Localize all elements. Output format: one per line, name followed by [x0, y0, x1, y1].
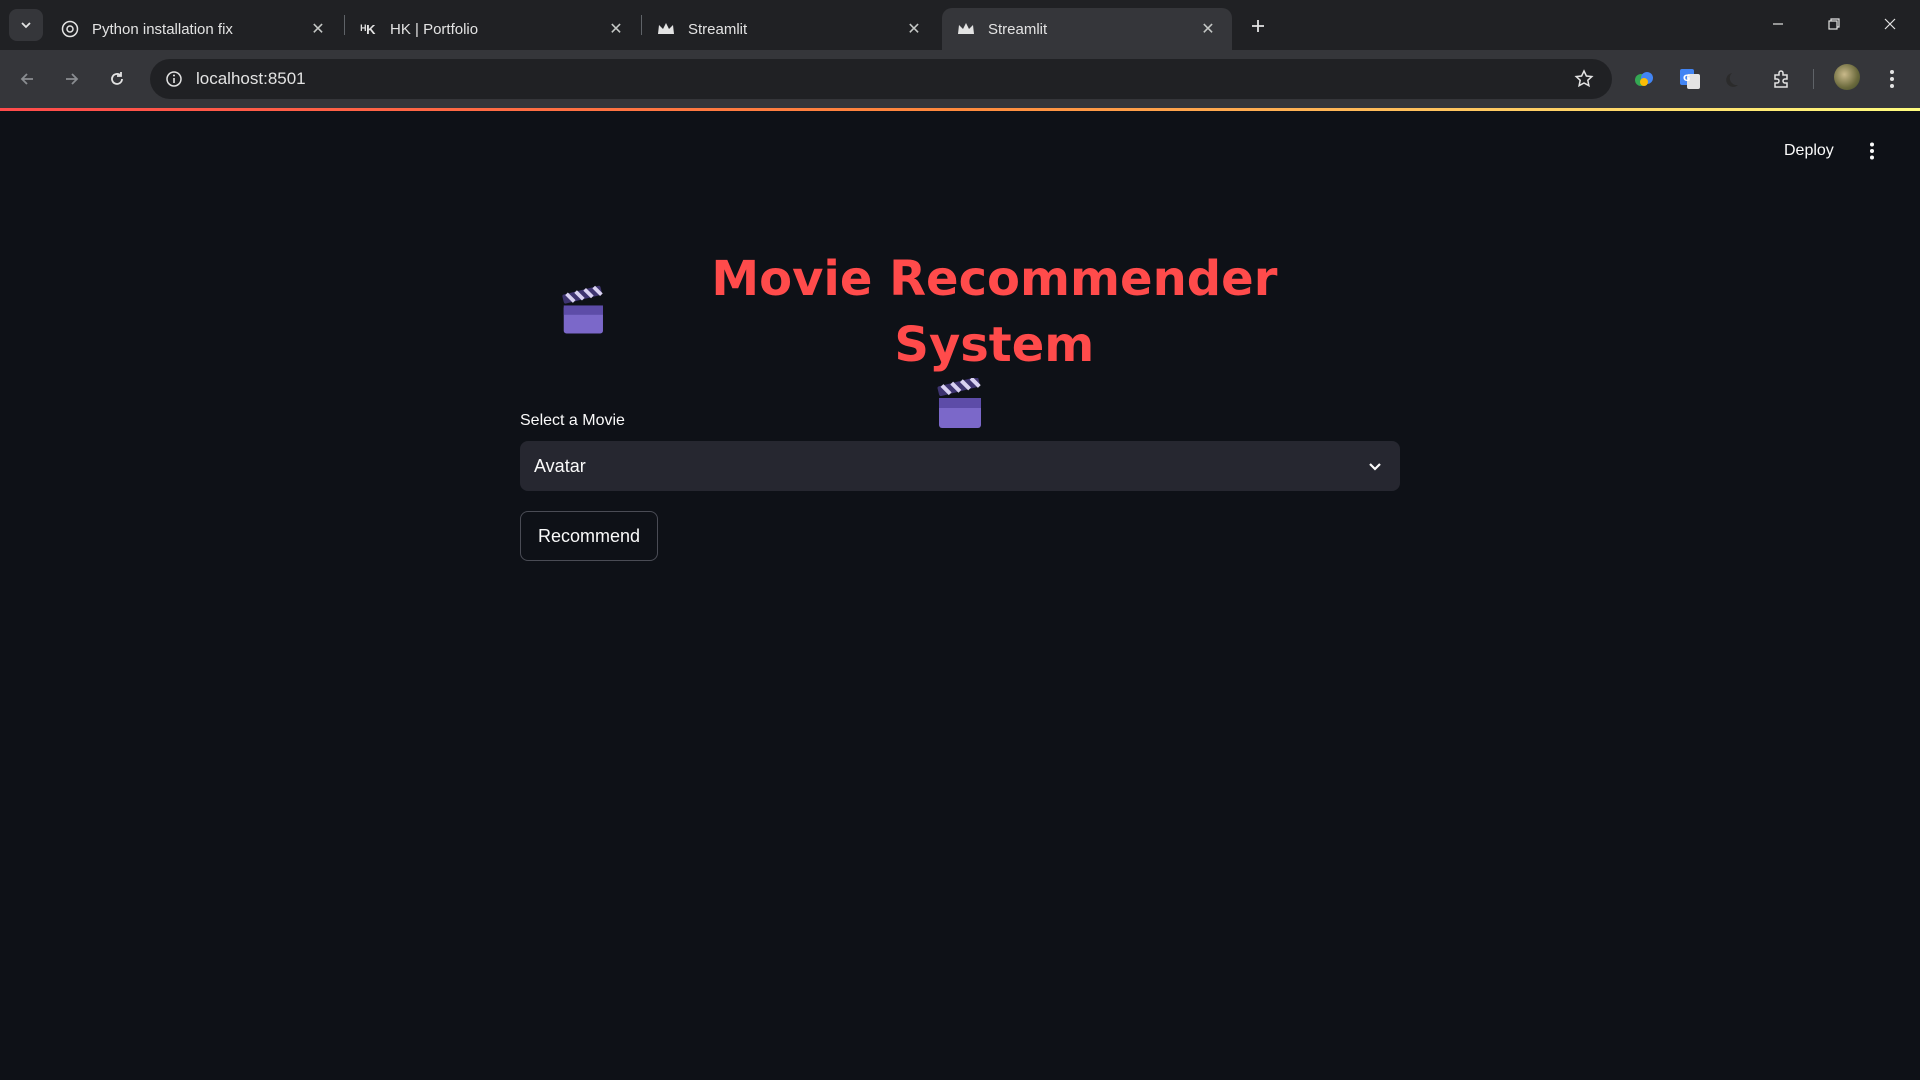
streamlit-app: Deploy Movie Recommender System Select a…	[0, 111, 1920, 1080]
restore-icon	[1828, 18, 1840, 30]
extension-color-icon[interactable]	[1628, 63, 1660, 95]
tab-python-installation-fix[interactable]: Python installation fix ✕	[46, 8, 342, 50]
deploy-button[interactable]: Deploy	[1772, 135, 1846, 167]
back-arrow-icon	[20, 73, 33, 85]
close-icon[interactable]: ✕	[606, 19, 626, 39]
tab-title: Streamlit	[988, 20, 1048, 38]
close-window-button[interactable]	[1862, 0, 1918, 48]
openai-icon	[60, 19, 80, 39]
minimize-icon	[1773, 23, 1783, 25]
tab-title: HK | Portfolio	[390, 20, 479, 38]
movie-select[interactable]: Avatar	[520, 441, 1400, 491]
back-button[interactable]	[10, 62, 44, 96]
browser-toolbar: localhost:8501 G	[0, 50, 1920, 108]
dark-mode-moon-icon[interactable]	[1718, 63, 1750, 95]
url-text[interactable]: localhost:8501	[196, 69, 1566, 89]
movie-select-value: Avatar	[534, 455, 586, 476]
streamlit-crown-icon	[956, 19, 976, 39]
close-icon[interactable]: ✕	[1198, 19, 1218, 39]
reload-icon	[111, 72, 123, 85]
tab-streamlit[interactable]: Streamlit ✕	[642, 8, 938, 50]
tab-streamlit-active[interactable]: Streamlit ✕	[942, 8, 1232, 50]
bookmark-star-icon[interactable]	[1566, 61, 1602, 97]
more-vert-icon	[1890, 70, 1894, 88]
address-bar[interactable]: localhost:8501	[150, 59, 1612, 99]
new-tab-button[interactable]	[1244, 12, 1272, 40]
more-vert-icon	[1870, 142, 1874, 160]
browser-menu-button[interactable]	[1876, 63, 1908, 95]
streamlit-crown-icon	[656, 19, 676, 39]
main-menu-button[interactable]	[1856, 135, 1888, 167]
page-title: Movie Recommender System	[711, 251, 1278, 373]
reload-button[interactable]	[100, 62, 134, 96]
chevron-down-icon	[21, 22, 31, 29]
close-icon	[1884, 18, 1896, 30]
clapperboard-icon	[562, 285, 603, 334]
select-movie-label: Select a Movie	[520, 412, 625, 429]
forward-button[interactable]	[55, 62, 89, 96]
extensions-puzzle-icon[interactable]	[1765, 63, 1797, 95]
profile-avatar[interactable]	[1834, 64, 1860, 90]
google-translate-icon[interactable]: G	[1674, 63, 1706, 95]
restore-button[interactable]	[1806, 0, 1862, 48]
tab-search-button[interactable]	[9, 9, 43, 41]
page-title-block: Movie Recommender System	[560, 246, 1360, 432]
hk-logo-icon: ᴴK	[360, 21, 376, 37]
forward-arrow-icon	[66, 73, 79, 85]
close-icon[interactable]: ✕	[904, 19, 924, 39]
plus-icon	[1252, 20, 1264, 32]
svg-text:G: G	[1683, 74, 1690, 84]
tab-strip: Python installation fix ✕ ᴴK HK | Portfo…	[0, 0, 1920, 50]
minimize-button[interactable]	[1750, 0, 1806, 48]
site-info-icon[interactable]	[154, 59, 194, 99]
chevron-down-icon[interactable]	[1364, 455, 1386, 477]
tab-hk-portfolio[interactable]: ᴴK HK | Portfolio ✕	[344, 8, 640, 50]
recommend-button[interactable]: Recommend	[520, 511, 658, 561]
tab-title: Python installation fix	[92, 20, 233, 38]
tab-title: Streamlit	[688, 20, 748, 38]
close-icon[interactable]: ✕	[308, 19, 328, 39]
toolbar-separator	[1813, 69, 1814, 89]
clapperboard-icon	[937, 378, 981, 428]
